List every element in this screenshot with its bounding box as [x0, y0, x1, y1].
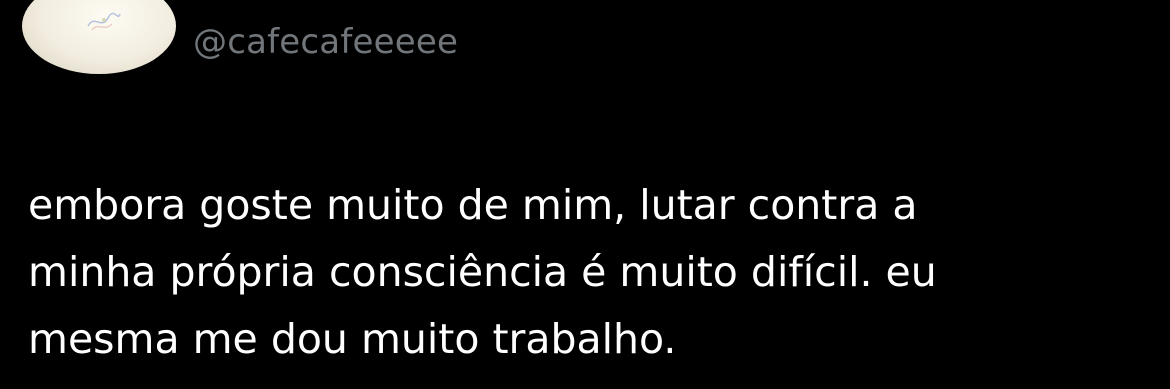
tweet-card: @cafecafeeeee embora goste muito de mim,… — [0, 0, 1170, 389]
user-handle[interactable]: @cafecafeeeee — [193, 22, 458, 62]
tweet-text-line: minha própria consciência é muito difíci… — [28, 248, 937, 296]
avatar[interactable] — [22, 0, 176, 74]
avatar-doodle-icon — [87, 12, 121, 31]
tweet-text-line: mesma me dou muito trabalho. — [28, 315, 677, 363]
tweet-text-line: embora goste muito de mim, lutar contra … — [28, 181, 918, 229]
tweet-text: embora goste muito de mim, lutar contra … — [28, 172, 1138, 373]
